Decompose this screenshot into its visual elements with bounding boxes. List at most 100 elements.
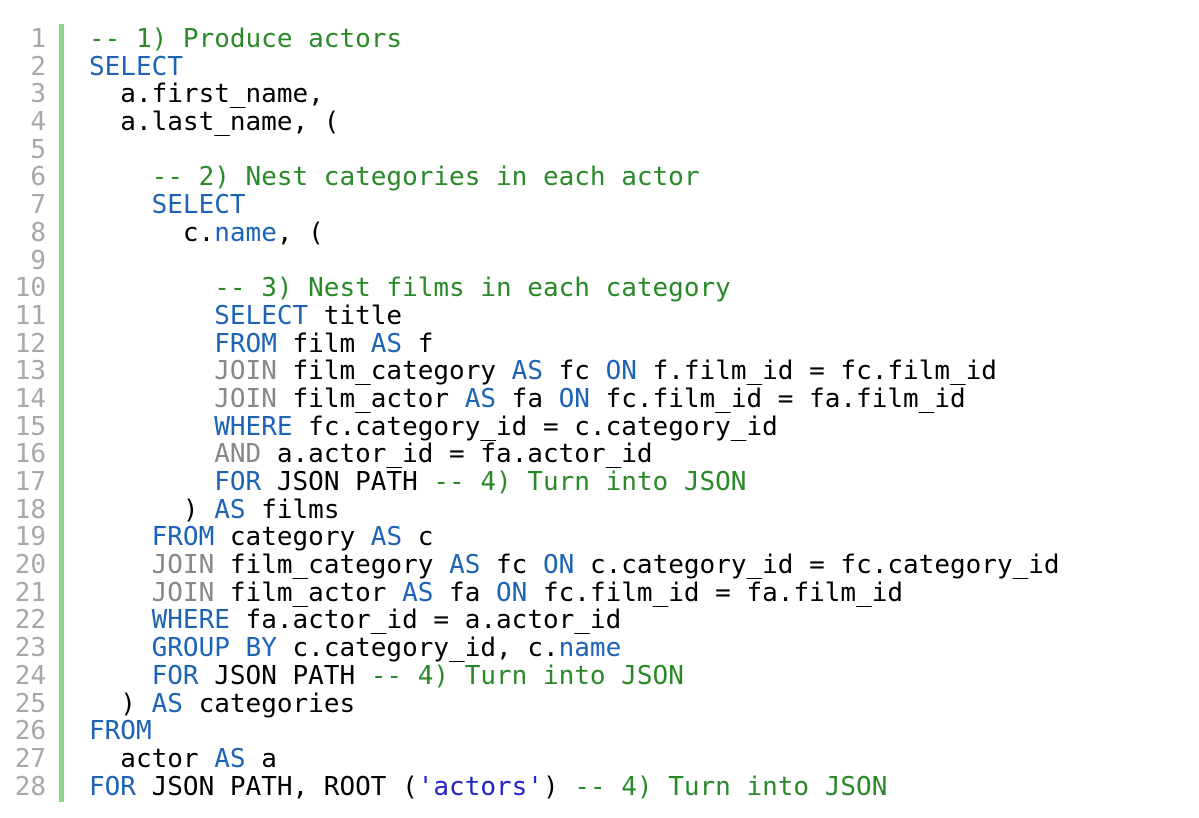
code-token: a.first_name, [89, 79, 324, 110]
code-token: AND [214, 439, 262, 470]
line-content: -- 2) Nest categories in each actor [89, 164, 700, 192]
code-token: ON [543, 550, 575, 581]
code-token: ON [558, 383, 590, 414]
code-token: FOR [214, 467, 262, 497]
code-token: SELECT [151, 190, 246, 221]
code-token: category [214, 522, 371, 553]
line-number: 27 [14, 743, 46, 774]
line-content: ) AS films [89, 494, 340, 525]
line-number: 4 [30, 107, 46, 138]
code-token: actor [89, 743, 215, 774]
code-token: categories [182, 688, 356, 719]
line-content: -- 3) Nest films in each category [89, 273, 731, 304]
line-content: GROUP BY c.category_id, c.name [89, 633, 622, 664]
line-number: 21 [14, 577, 46, 608]
code-token: f [402, 328, 434, 359]
code-token: name [558, 633, 622, 664]
code-token: JSON PATH [261, 467, 434, 497]
line-content: FROM category AS c [89, 522, 434, 553]
line-number: 26 [14, 716, 46, 747]
line-number: 1 [30, 24, 46, 54]
code-token: SELECT [214, 300, 309, 331]
code-token: film_actor [214, 577, 403, 608]
line-number: 24 [14, 660, 46, 691]
code-token: -- 4) Turn into JSON [433, 467, 747, 497]
line-content: AND a.actor_id = fa.actor_id [89, 439, 652, 470]
code-token: film_category [276, 356, 512, 387]
code-token: SELECT [89, 51, 183, 82]
code-token: FROM [214, 328, 277, 359]
line-content: FROM [89, 716, 152, 747]
code-token: AS [464, 383, 497, 414]
code-token: FROM [89, 716, 152, 747]
line-content: SELECT [89, 51, 183, 82]
line-number: 19 [14, 522, 46, 553]
code-token: JOIN [151, 550, 215, 581]
code-token: ON [496, 577, 528, 608]
line-number: 28 [14, 771, 46, 802]
line-number: 12 [14, 328, 46, 359]
code-token: WHERE [151, 605, 230, 636]
line-content: FOR JSON PATH -- 4) Turn into JSON [89, 660, 684, 691]
code-token: WHERE [214, 411, 293, 442]
line-content: c.name, ( [89, 217, 324, 248]
code-token: f.film_id = fc.film_id [636, 356, 997, 387]
line-number: 16 [14, 439, 46, 470]
code-token: fc.film_id = fa.film_id [589, 383, 966, 414]
code-token: AS [151, 688, 183, 719]
line-content: ) AS categories [89, 688, 356, 719]
code-token: -- 2) Nest categories in each actor [151, 162, 700, 193]
code-token: ) [89, 494, 215, 525]
code-token: a [245, 743, 277, 774]
line-content: -- 1) Produce actors [89, 24, 403, 54]
code-token: AS [214, 743, 246, 774]
line-content: FOR JSON PATH, ROOT ('actors') -- 4) Tur… [89, 771, 887, 802]
line-number: 5 [30, 134, 46, 165]
code-token: -- 1) Produce actors [89, 24, 403, 54]
line-content: FROM film AS f [89, 328, 434, 359]
code-token: JSON PATH, ROOT ( [135, 771, 418, 802]
line-number: 6 [30, 162, 46, 193]
line-number: 15 [14, 411, 46, 442]
code-token: fa.actor_id = a.actor_id [229, 605, 622, 636]
code-token: film [276, 328, 371, 359]
line-content: WHERE fa.actor_id = a.actor_id [89, 605, 622, 636]
gutter-change-bar [59, 24, 64, 802]
code-token: fa [433, 577, 497, 608]
line-content: FOR JSON PATH -- 4) Turn into JSON [89, 467, 747, 497]
line-number: 2 [30, 51, 46, 82]
line-number: 8 [30, 217, 46, 248]
code-token: AS [402, 577, 434, 608]
code-token: AS [511, 356, 543, 387]
code-token: c.category_id, c. [276, 633, 559, 664]
line-content: JOIN film_actor AS fa ON fc.film_id = fa… [89, 577, 903, 608]
line-number: 25 [14, 688, 46, 719]
code-token: AS [370, 328, 403, 359]
line-number: 7 [30, 190, 46, 221]
code-token: -- 4) Turn into JSON [370, 660, 684, 691]
code-token: AS [214, 494, 246, 525]
code-token: c.category_id = fc.category_id [574, 550, 1060, 581]
line-content: WHERE fc.category_id = c.category_id [89, 411, 778, 442]
code-token: film_category [214, 550, 450, 581]
line-content: JOIN film_category AS fc ON f.film_id = … [89, 356, 997, 387]
line-number: 3 [30, 79, 46, 110]
code-token: 'actors' [417, 771, 543, 802]
code-token: fc.category_id = c.category_id [292, 411, 778, 442]
line-content: a.first_name, [89, 81, 324, 109]
line-number: 10 [14, 273, 46, 304]
code-token: c. [89, 217, 215, 248]
line-content: actor AS a [89, 743, 277, 774]
code-token: -- 3) Nest films in each category [214, 273, 731, 304]
code-token: AS [370, 522, 403, 553]
code-token: films [245, 494, 340, 525]
